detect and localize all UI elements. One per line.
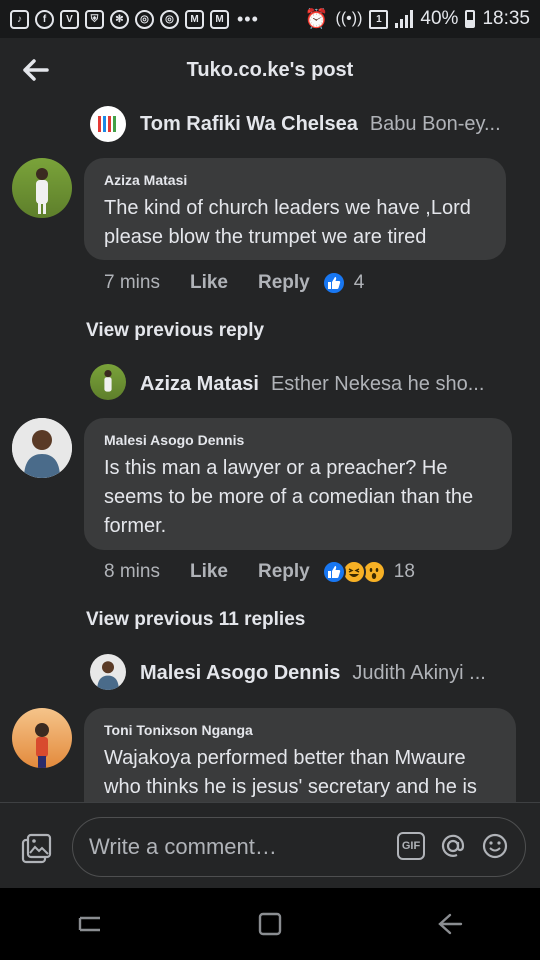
reply-author[interactable]: Aziza Matasi [140, 373, 259, 396]
clock: 18:35 [482, 8, 530, 29]
gmail-icon: M [210, 9, 229, 29]
reply-author[interactable]: Tom Rafiki Wa Chelsea [140, 113, 358, 136]
reply-snippet: Babu Bon-ey... [369, 112, 501, 135]
comment-author[interactable]: Toni Tonixson Nganga [104, 722, 496, 738]
photo-button[interactable] [20, 833, 52, 865]
like-reaction-icon[interactable] [321, 560, 346, 584]
chrome-icon: ◎ [135, 9, 154, 29]
reply-snippet: Judith Akinyi ... [352, 661, 486, 684]
tiktok-icon: ♪ [10, 9, 29, 29]
comment-actions: 8 mins Like Reply 18 [104, 557, 415, 587]
avatar[interactable] [12, 708, 72, 768]
person-photo [12, 418, 72, 478]
sim-icon: 1 [369, 9, 389, 29]
comment-text: Is this man a lawyer or a preacher? He s… [104, 457, 474, 537]
recents-button[interactable] [70, 904, 110, 944]
mention-button[interactable] [439, 832, 467, 865]
reply-preview[interactable]: Tom Rafiki Wa Chelsea Babu Bon-ey... [90, 104, 501, 144]
comment-placeholder: Write a comment… [89, 834, 277, 859]
comment-bubble[interactable]: Malesi Asogo Dennis Is this man a lawyer… [84, 418, 512, 550]
reply-preview[interactable]: Aziza Matasi Esther Nekesa he sho... [90, 364, 484, 404]
comment-actions: 7 mins Like Reply 4 [104, 268, 364, 298]
battery-percent: 40% [420, 8, 459, 29]
reply-preview[interactable]: Malesi Asogo Dennis Judith Akinyi ... [90, 653, 486, 693]
more-dots-icon: ••• [237, 8, 259, 29]
smiley-icon [482, 833, 508, 859]
like-reaction-icon[interactable] [321, 271, 346, 295]
comment-bubble[interactable]: Aziza Matasi The kind of church leaders … [84, 158, 506, 260]
v-icon: V [60, 9, 79, 29]
comment-author[interactable]: Aziza Matasi [104, 172, 486, 188]
input-icons: GIF [397, 832, 509, 865]
home-icon [258, 912, 282, 936]
back-nav-icon [438, 913, 463, 935]
person-photo [36, 168, 48, 214]
reply-snippet: Esther Nekesa he sho... [270, 372, 485, 395]
shield-icon: ⛨ [85, 9, 104, 29]
photo-icon [21, 833, 52, 864]
facebook-icon: f [35, 9, 54, 29]
reaction-count[interactable]: 18 [394, 561, 415, 583]
at-icon [441, 834, 465, 857]
view-previous-replies-link[interactable]: View previous 11 replies [86, 609, 305, 631]
like-button[interactable]: Like [190, 272, 228, 294]
comment-text: The kind of church leaders we have ,Lord… [104, 197, 471, 248]
view-previous-reply-link[interactable]: View previous reply [86, 320, 264, 342]
reply-author[interactable]: Malesi Asogo Dennis [140, 662, 340, 685]
gmail-icon: M [185, 9, 204, 29]
like-button[interactable]: Like [190, 561, 228, 583]
comment-author[interactable]: Malesi Asogo Dennis [104, 432, 492, 448]
avatar[interactable] [12, 418, 72, 478]
comment-time[interactable]: 8 mins [104, 561, 160, 583]
person-photo [35, 723, 49, 768]
reply-button[interactable]: Reply [258, 561, 310, 583]
wifi-icon: ((•)) [335, 10, 363, 27]
gif-label: GIF [401, 840, 421, 852]
comment-input[interactable]: Write a comment… GIF [72, 817, 526, 877]
back-arrow-icon [23, 59, 49, 81]
notification-icons: ♪ f V ⛨ ✻ ◎ ◎ M M ••• [10, 9, 259, 30]
chrome-icon: ◎ [160, 9, 179, 29]
reaction-count[interactable]: 4 [354, 272, 365, 294]
signal-icon [395, 10, 414, 28]
reply-button[interactable]: Reply [258, 272, 310, 294]
comment-composer: Write a comment… GIF [0, 802, 540, 888]
battery-icon [465, 10, 476, 28]
back-nav-button[interactable] [430, 904, 470, 944]
gif-button[interactable]: GIF [397, 832, 425, 860]
avatar[interactable] [12, 158, 72, 218]
comment-time[interactable]: 7 mins [104, 272, 160, 294]
alarm-icon: ⏰ [304, 9, 329, 30]
post-header: Tuko.co.ke's post [0, 38, 540, 102]
clover-icon: ✻ [110, 9, 129, 29]
back-button[interactable] [18, 54, 54, 86]
status-bar: ♪ f V ⛨ ✻ ◎ ◎ M M ••• ⏰ ((•)) 1 40% 18:3… [0, 0, 540, 38]
recents-icon [78, 916, 100, 932]
home-button[interactable] [250, 904, 290, 944]
system-nav-bar [0, 888, 540, 960]
page-title: Tuko.co.ke's post [186, 58, 354, 81]
status-right: ⏰ ((•)) 1 40% 18:35 [305, 7, 530, 31]
emoji-button[interactable] [481, 832, 509, 865]
comment-text: Wajakoya performed better than Mwaure wh… [104, 747, 477, 798]
